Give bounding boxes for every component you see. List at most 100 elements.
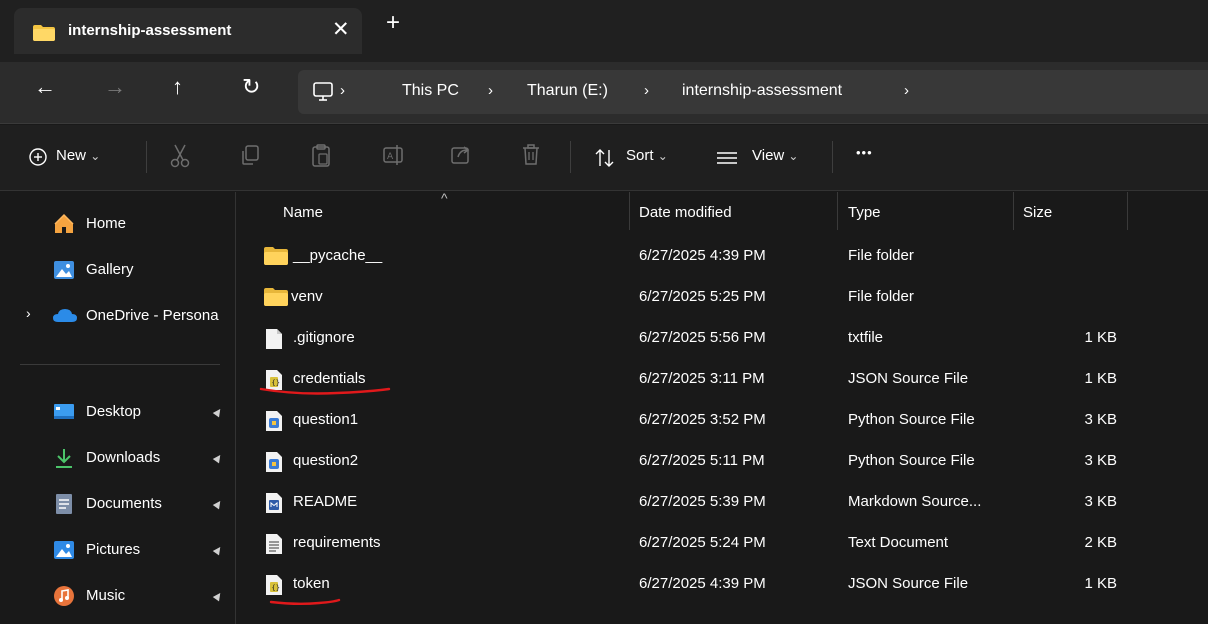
- table-row[interactable]: venv 6/27/2025 5:25 PM File folder: [237, 277, 1208, 318]
- table-row[interactable]: question2 6/27/2025 5:11 PM Python Sourc…: [237, 441, 1208, 482]
- cloud-icon: [53, 309, 77, 322]
- file-type: JSON Source File: [848, 575, 969, 592]
- sidebar-divider: [20, 364, 220, 365]
- file-name: credentials: [293, 370, 366, 387]
- expand-onedrive-chevron[interactable]: ›: [26, 305, 31, 321]
- breadcrumb-separator[interactable]: ›: [340, 82, 345, 99]
- back-button[interactable]: ←: [34, 74, 56, 100]
- music-icon: [54, 586, 74, 606]
- breadcrumb-separator[interactable]: ›: [644, 82, 649, 99]
- column-divider[interactable]: [837, 192, 838, 230]
- file-type: Python Source File: [848, 411, 975, 428]
- table-row[interactable]: question1 6/27/2025 3:52 PM Python Sourc…: [237, 400, 1208, 441]
- rename-icon[interactable]: A: [382, 143, 406, 167]
- pin-icon[interactable]: ▲: [209, 494, 228, 514]
- file-date: 6/27/2025 5:39 PM: [639, 493, 766, 510]
- column-header-name[interactable]: Name: [283, 204, 323, 221]
- close-tab-button[interactable]: ✕: [332, 17, 350, 42]
- sidebar-item-label: Downloads: [86, 449, 161, 466]
- file-type: Python Source File: [848, 452, 975, 469]
- breadcrumb-separator[interactable]: ›: [488, 82, 493, 99]
- pin-icon[interactable]: ▲: [209, 448, 228, 468]
- navigation-bar: ← → ↑ ↻ › This PC › Tharun (E:) › intern…: [0, 62, 1208, 124]
- table-row[interactable]: .gitignore 6/27/2025 5:56 PM txtfile 1 K…: [237, 318, 1208, 359]
- python-file-icon: [266, 411, 282, 431]
- desktop-icon: [54, 404, 74, 419]
- file-date: 6/27/2025 4:39 PM: [639, 575, 766, 592]
- forward-button[interactable]: →: [104, 74, 126, 100]
- monitor-icon: [313, 82, 333, 101]
- markdown-file-icon: [266, 493, 282, 513]
- svg-text:A: A: [387, 152, 394, 162]
- chevron-down-icon: ⌄: [90, 149, 101, 163]
- file-name: README: [293, 493, 358, 510]
- gallery-icon: [54, 261, 74, 279]
- file-name: venv: [291, 288, 323, 305]
- breadcrumb-separator[interactable]: ›: [904, 82, 909, 99]
- cut-icon[interactable]: [168, 143, 192, 169]
- column-header-size[interactable]: Size: [1023, 204, 1052, 221]
- column-divider[interactable]: [629, 192, 630, 230]
- file-size: 3 KB: [1084, 493, 1117, 510]
- column-header-date[interactable]: Date modified: [639, 204, 732, 221]
- table-row[interactable]: README 6/27/2025 5:39 PM Markdown Source…: [237, 482, 1208, 523]
- breadcrumb-this-pc[interactable]: This PC: [402, 82, 459, 100]
- up-button[interactable]: ↑: [172, 74, 183, 100]
- more-options-button[interactable]: •••: [856, 145, 873, 160]
- json-file-icon: {}: [266, 370, 282, 390]
- title-bar: internship-assessment ✕ +: [0, 0, 1208, 62]
- pin-icon[interactable]: ▲: [209, 540, 228, 560]
- file-date: 6/27/2025 4:39 PM: [639, 247, 766, 264]
- new-label: New: [56, 147, 87, 164]
- toolbar-divider: [832, 141, 833, 173]
- svg-text:{}: {}: [272, 584, 280, 592]
- column-divider[interactable]: [1013, 192, 1014, 230]
- sort-ascending-icon: ^: [441, 190, 448, 206]
- breadcrumb-drive[interactable]: Tharun (E:): [527, 82, 608, 100]
- delete-icon[interactable]: [520, 143, 542, 167]
- chevron-down-icon: ⌄: [657, 149, 668, 163]
- sort-button[interactable]: Sort ⌄: [626, 147, 668, 164]
- view-button[interactable]: View ⌄: [752, 147, 798, 164]
- new-tab-button[interactable]: +: [386, 11, 400, 35]
- file-name: requirements: [293, 534, 381, 551]
- tab-internship-assessment[interactable]: internship-assessment ✕: [14, 8, 362, 54]
- pin-icon[interactable]: ▲: [209, 402, 228, 422]
- folder-icon: [33, 25, 55, 41]
- svg-text:{}: {}: [272, 379, 280, 387]
- file-name: token: [293, 575, 330, 592]
- sidebar-item-label: Home: [86, 215, 127, 232]
- table-row[interactable]: {} token 6/27/2025 4:39 PM JSON Source F…: [237, 564, 1208, 605]
- pictures-icon: [54, 541, 74, 559]
- sidebar-item-label: Desktop: [86, 403, 142, 420]
- table-row[interactable]: {} credentials 6/27/2025 3:11 PM JSON So…: [237, 359, 1208, 400]
- plus-circle-icon: [29, 148, 47, 166]
- paste-icon[interactable]: [310, 143, 332, 169]
- file-type: txtfile: [848, 329, 884, 346]
- view-icon: [717, 152, 737, 164]
- sidebar-item-label: OneDrive - Persona: [86, 307, 219, 324]
- file-size: 3 KB: [1084, 411, 1117, 428]
- file-type: File folder: [848, 288, 914, 305]
- refresh-button[interactable]: ↻: [242, 74, 260, 100]
- table-row[interactable]: requirements 6/27/2025 5:24 PM Text Docu…: [237, 523, 1208, 564]
- new-button[interactable]: New ⌄: [56, 147, 100, 164]
- breadcrumb-folder[interactable]: internship-assessment: [682, 82, 842, 100]
- column-divider[interactable]: [1127, 192, 1128, 230]
- file-size: 1 KB: [1084, 329, 1117, 346]
- copy-icon[interactable]: [240, 143, 262, 167]
- table-row[interactable]: __pycache__ 6/27/2025 4:39 PM File folde…: [237, 236, 1208, 277]
- column-header-type[interactable]: Type: [848, 204, 881, 221]
- share-icon[interactable]: [450, 143, 472, 165]
- home-icon: [54, 213, 74, 233]
- file-size: 3 KB: [1084, 452, 1117, 469]
- toolbar-divider: [570, 141, 571, 173]
- file-name: __pycache__: [293, 247, 383, 264]
- sort-label: Sort: [626, 147, 654, 164]
- file-size: 1 KB: [1084, 575, 1117, 592]
- pin-icon[interactable]: ▲: [209, 586, 228, 606]
- toolbar-divider: [146, 141, 147, 173]
- file-type: Text Document: [848, 534, 949, 551]
- address-bar[interactable]: › This PC › Tharun (E:) › internship-ass…: [298, 70, 1208, 114]
- file-type: Markdown Source...: [848, 493, 982, 510]
